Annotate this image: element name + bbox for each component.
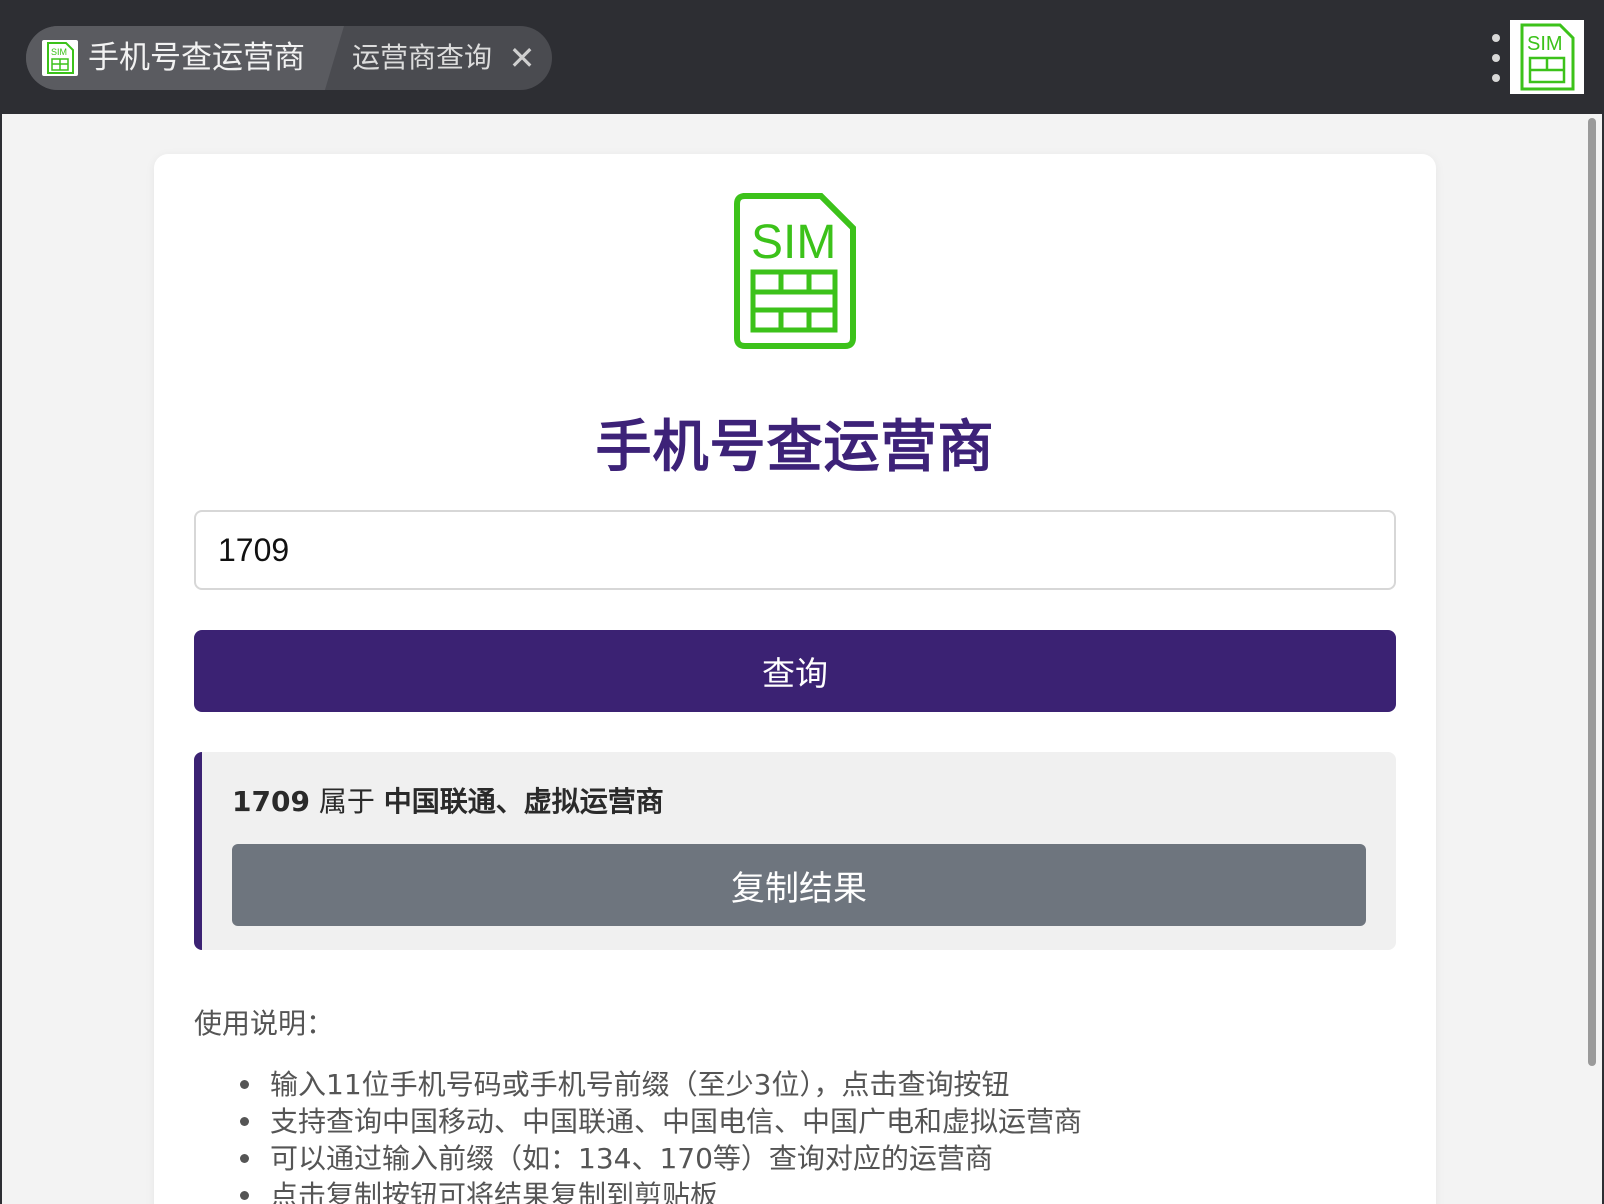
help-title: 使用说明： [194,1007,335,1040]
title-bar: SIM 手机号查运营商 运营商查询 ✕ SIM [0,0,1604,114]
result-belongs-text: 属于 [309,785,384,818]
help-item: 支持查询中国移动、中国联通、中国电信、中国广电和虚拟运营商 [240,1103,1082,1140]
page-title: 手机号查运营商 [595,415,995,480]
phone-number-input[interactable] [194,510,1396,590]
help-item: 输入11位手机号码或手机号前缀（至少3位），点击查询按钮 [240,1066,1082,1103]
tab-second-title[interactable]: 运营商查询 [352,36,492,80]
scrollbar[interactable] [1588,118,1596,1066]
logo-sim-label: SIM [751,216,836,269]
query-button[interactable]: 查询 [194,630,1396,712]
result-text: 1709 属于 中国联通、虚拟运营商 [232,780,664,824]
copy-result-button[interactable]: 复制结果 [232,844,1366,926]
sim-card-logo-icon: SIM [733,192,857,350]
tab-active[interactable]: SIM 手机号查运营商 [26,26,344,90]
more-options-icon[interactable] [1484,34,1508,82]
corner-sim-label: SIM [1527,33,1563,55]
help-item: 可以通过输入前缀（如：134、170等）查询对应的运营商 [240,1140,1082,1177]
tab-strip: SIM 手机号查运营商 运营商查询 ✕ [26,26,552,90]
sim-card-icon: SIM [42,40,78,76]
sim-icon-label: SIM [51,47,67,57]
content-area: SIM 手机号查运营商 查询 1709 属于 中国联通、虚拟运营商 复制结果 [2,114,1602,1204]
tab-active-title: 手机号查运营商 [88,40,305,76]
close-icon[interactable]: ✕ [504,40,540,76]
main-card: SIM 手机号查运营商 查询 1709 属于 中国联通、虚拟运营商 复制结果 [154,154,1436,1204]
result-carrier: 中国联通、虚拟运营商 [383,785,664,818]
sim-card-app-icon[interactable]: SIM [1510,20,1584,94]
result-prefix: 1709 [232,785,310,818]
result-box: 1709 属于 中国联通、虚拟运营商 复制结果 [194,752,1396,950]
help-list: 输入11位手机号码或手机号前缀（至少3位），点击查询按钮 支持查询中国移动、中国… [240,1066,1082,1204]
app-window: SIM 手机号查运营商 运营商查询 ✕ SIM SIM 手机号查运营商 1709… [0,0,1604,1204]
help-item: 点击复制按钮可将结果复制到剪贴板 [240,1177,1082,1204]
